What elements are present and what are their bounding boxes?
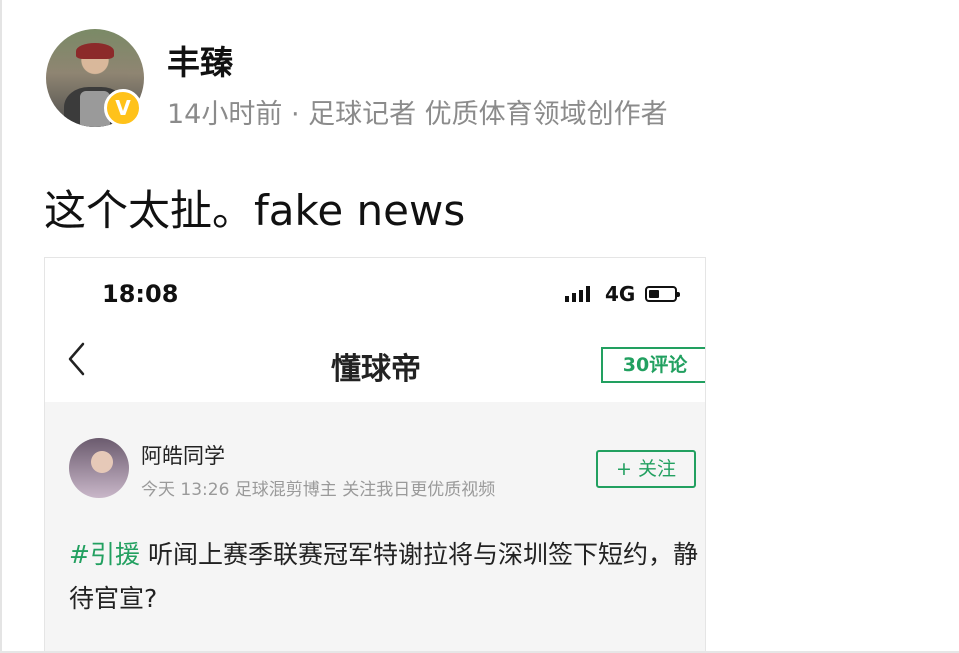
network-label: 4G xyxy=(605,282,636,306)
embedded-screenshot[interactable]: 18:08 4G 懂球帝 30评论 阿皓同学 今天 13:26 足球混剪博主 关… xyxy=(44,257,706,653)
follow-button: + 关注 xyxy=(596,450,696,488)
article-card: 阿皓同学 今天 13:26 足球混剪博主 关注我日更优质视频 + 关注 #引援听… xyxy=(45,402,705,653)
status-time: 18:08 xyxy=(102,280,179,308)
post-meta: 14小时前 · 足球记者 优质体育领域创作者 xyxy=(167,99,668,130)
comments-button: 30评论 xyxy=(601,347,705,383)
article-text: #引援 听闻上赛季联赛冠军特谢拉将与深圳签下短约，静待官宣? xyxy=(69,533,699,621)
signal-icon xyxy=(565,286,590,302)
user-name: 阿皓同学 xyxy=(141,444,225,468)
post-text: 这个太扯。fake news xyxy=(44,186,466,235)
user-meta: 今天 13:26 足球混剪博主 关注我日更优质视频 xyxy=(141,480,496,500)
verified-badge-icon: V xyxy=(104,89,142,127)
battery-icon xyxy=(645,286,680,302)
article-body: 听闻上赛季联赛冠军特谢拉将与深圳签下短约，静待官宣? xyxy=(69,540,698,613)
article-tag: #引援 xyxy=(69,540,140,569)
user-avatar xyxy=(69,438,129,498)
author-name[interactable]: 丰臻 xyxy=(167,36,233,84)
left-border xyxy=(0,0,2,653)
